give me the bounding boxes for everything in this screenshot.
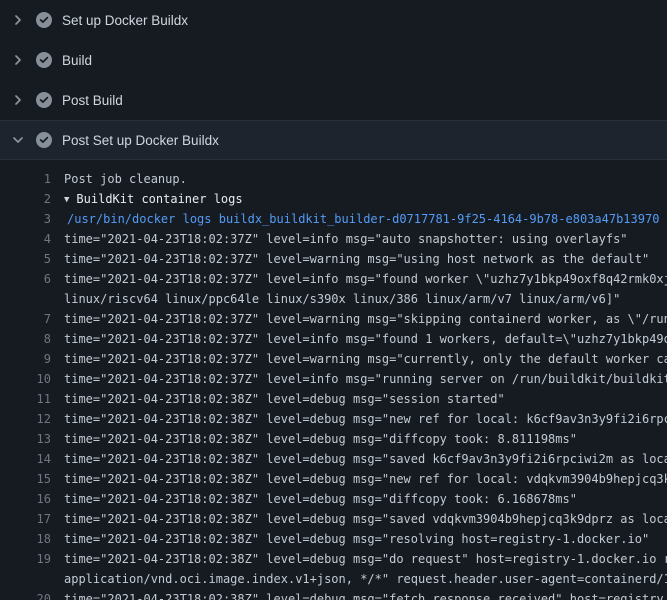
line-number[interactable]: 3: [0, 209, 51, 229]
step-list: Set up Docker Buildx Build Post Build Post …: [0, 0, 667, 160]
log-text: time="2021-04-23T18:02:38Z" level=debug …: [51, 549, 667, 569]
log-text: time="2021-04-23T18:02:37Z" level=info m…: [51, 269, 667, 289]
line-number[interactable]: 17: [0, 509, 51, 529]
line-number[interactable]: 19: [0, 549, 51, 569]
log-text: time="2021-04-23T18:02:37Z" level=warnin…: [51, 309, 667, 329]
line-number[interactable]: 6: [0, 269, 51, 289]
log-line-5: 5time="2021-04-23T18:02:37Z" level=warni…: [0, 249, 667, 269]
log-command-text: /usr/bin/docker logs buildx_buildkit_bui…: [51, 209, 667, 229]
log-text: time="2021-04-23T18:02:38Z" level=debug …: [51, 429, 667, 449]
log-line-6: 6time="2021-04-23T18:02:37Z" level=info …: [0, 269, 667, 289]
check-circle-icon: [36, 12, 52, 28]
log-line-3: 3/usr/bin/docker logs buildx_buildkit_bu…: [0, 209, 667, 229]
log-text: time="2021-04-23T18:02:38Z" level=debug …: [51, 389, 667, 409]
step-label: Post Build: [62, 93, 123, 108]
step-header-post-set-up-docker-buildx[interactable]: Post Set up Docker Buildx: [0, 120, 667, 160]
line-number: [0, 569, 51, 589]
log-text: time="2021-04-23T18:02:38Z" level=debug …: [51, 449, 667, 469]
line-number[interactable]: 16: [0, 489, 51, 509]
line-number[interactable]: 9: [0, 349, 51, 369]
group-label: BuildKit container logs: [76, 192, 242, 206]
log-text: time="2021-04-23T18:02:38Z" level=debug …: [51, 589, 667, 600]
log-line-13: 13time="2021-04-23T18:02:38Z" level=debu…: [0, 429, 667, 449]
line-number: [0, 289, 51, 309]
log-line-continuation: linux/riscv64 linux/ppc64le linux/s390x …: [0, 289, 667, 309]
line-number[interactable]: 4: [0, 229, 51, 249]
log-line-14: 14time="2021-04-23T18:02:38Z" level=debu…: [0, 449, 667, 469]
log-line-12: 12time="2021-04-23T18:02:38Z" level=debu…: [0, 409, 667, 429]
line-number[interactable]: 12: [0, 409, 51, 429]
log-group-line[interactable]: ▼ BuildKit container logs: [51, 189, 667, 209]
log-text: time="2021-04-23T18:02:38Z" level=debug …: [51, 529, 667, 549]
chevron-right-icon: [10, 92, 26, 108]
log-line-19: 19time="2021-04-23T18:02:38Z" level=debu…: [0, 549, 667, 569]
log-area: 1Post job cleanup.2 ▼ BuildKit container l…: [0, 160, 667, 600]
check-circle-icon: [36, 132, 52, 148]
step-label: Build: [62, 53, 92, 68]
log-line-continuation: application/vnd.oci.image.index.v1+json,…: [0, 569, 667, 589]
log-text: application/vnd.oci.image.index.v1+json,…: [51, 569, 667, 589]
line-number[interactable]: 5: [0, 249, 51, 269]
step-label: Set up Docker Buildx: [62, 13, 188, 28]
log-line-10: 10time="2021-04-23T18:02:37Z" level=info…: [0, 369, 667, 389]
log-line-17: 17time="2021-04-23T18:02:38Z" level=debu…: [0, 509, 667, 529]
check-circle-icon: [36, 92, 52, 108]
log-line-2: 2 ▼ BuildKit container logs: [0, 189, 667, 209]
line-number[interactable]: 10: [0, 369, 51, 389]
line-number[interactable]: 15: [0, 469, 51, 489]
chevron-right-icon: [10, 12, 26, 28]
log-text: time="2021-04-23T18:02:37Z" level=warnin…: [51, 249, 667, 269]
line-number[interactable]: 14: [0, 449, 51, 469]
log-line-7: 7time="2021-04-23T18:02:37Z" level=warni…: [0, 309, 667, 329]
log-line-15: 15time="2021-04-23T18:02:38Z" level=debu…: [0, 469, 667, 489]
log-text: time="2021-04-23T18:02:37Z" level=info m…: [51, 329, 667, 349]
actions-log-viewer: Set up Docker Buildx Build Post Build Post …: [0, 0, 667, 600]
step-label: Post Set up Docker Buildx: [62, 133, 219, 148]
line-number[interactable]: 18: [0, 529, 51, 549]
log-line-11: 11time="2021-04-23T18:02:38Z" level=debu…: [0, 389, 667, 409]
line-number[interactable]: 20: [0, 589, 51, 600]
log-line-20: 20time="2021-04-23T18:02:38Z" level=debu…: [0, 589, 667, 600]
log-line-16: 16time="2021-04-23T18:02:38Z" level=debu…: [0, 489, 667, 509]
log-text: time="2021-04-23T18:02:38Z" level=debug …: [51, 469, 667, 489]
line-number[interactable]: 8: [0, 329, 51, 349]
log-line-18: 18time="2021-04-23T18:02:38Z" level=debu…: [0, 529, 667, 549]
log-text: time="2021-04-23T18:02:38Z" level=debug …: [51, 409, 667, 429]
line-number[interactable]: 2: [0, 189, 51, 209]
line-number[interactable]: 7: [0, 309, 51, 329]
log-line-1: 1Post job cleanup.: [0, 169, 667, 189]
log-line-8: 8time="2021-04-23T18:02:37Z" level=info …: [0, 329, 667, 349]
log-text: time="2021-04-23T18:02:37Z" level=warnin…: [51, 349, 667, 369]
log-text: time="2021-04-23T18:02:37Z" level=info m…: [51, 369, 667, 389]
log-text: time="2021-04-23T18:02:38Z" level=debug …: [51, 509, 667, 529]
group-toggle-icon[interactable]: ▼: [64, 190, 69, 209]
step-header-build[interactable]: Build: [0, 40, 667, 80]
check-circle-icon: [36, 52, 52, 68]
step-header-set-up-docker-buildx[interactable]: Set up Docker Buildx: [0, 0, 667, 40]
log-line-4: 4time="2021-04-23T18:02:37Z" level=info …: [0, 229, 667, 249]
log-line-9: 9time="2021-04-23T18:02:37Z" level=warni…: [0, 349, 667, 369]
log-text: time="2021-04-23T18:02:37Z" level=info m…: [51, 229, 667, 249]
log-text: linux/riscv64 linux/ppc64le linux/s390x …: [51, 289, 667, 309]
line-number[interactable]: 11: [0, 389, 51, 409]
log-text: Post job cleanup.: [51, 169, 667, 189]
chevron-down-icon: [10, 132, 26, 148]
chevron-right-icon: [10, 52, 26, 68]
line-number[interactable]: 1: [0, 169, 51, 189]
step-header-post-build[interactable]: Post Build: [0, 80, 667, 120]
log-text: time="2021-04-23T18:02:38Z" level=debug …: [51, 489, 667, 509]
line-number[interactable]: 13: [0, 429, 51, 449]
